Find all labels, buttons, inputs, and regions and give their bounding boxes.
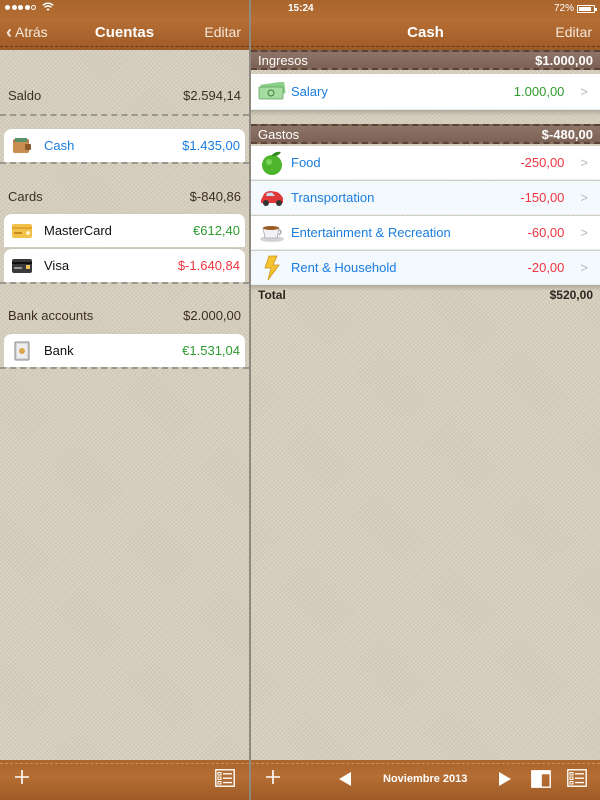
triangle-left-icon [339,772,351,786]
detail-title: Cash [407,24,444,41]
group-divider [0,367,249,369]
category-row-salary[interactable]: Salary 1.000,00 > [251,74,600,110]
signal-strength-icon [5,5,36,10]
category-amount: -150,00 [520,190,565,205]
account-amount: $-1.640,84 [177,258,240,273]
section-total: $-480,00 [541,126,593,142]
lightning-icon [257,255,287,281]
group-label: Bank accounts [8,307,94,323]
edit-button[interactable]: Editar [555,24,592,40]
list-view-button[interactable] [567,769,587,792]
group-total: $2.000,00 [183,307,241,323]
panel-layout-icon [531,770,551,788]
account-name: Bank [44,343,74,358]
group-divider [0,114,249,116]
group-header-cards: Cards $-840,86 [0,183,249,209]
coffee-cup-icon [257,220,287,246]
section-header-income: Ingresos $1.000,00 [251,50,600,70]
category-amount: 1.000,00 [513,84,565,99]
category-name: Food [291,155,321,170]
accounts-toolbar [0,760,249,800]
category-row-rent[interactable]: Rent & Household -20,00 > [251,251,600,285]
account-detail-panel: Cash Editar Ingresos $1.000,00 Salary 1.… [251,0,600,800]
group-divider [0,162,249,164]
list-icon [215,769,235,787]
toggle-layout-button[interactable] [531,770,551,793]
balance-header: Saldo $2.594,14 [0,82,249,108]
category-name: Rent & Household [291,260,397,275]
triangle-right-icon [499,772,511,786]
wallet-icon [11,137,33,155]
edit-button[interactable]: Editar [204,24,241,40]
add-account-button[interactable] [14,769,30,790]
section-header-expenses: Gastos $-480,00 [251,124,600,144]
chevron-right-icon: > [580,84,588,99]
accounts-panel: ‹ Atrás Cuentas Editar Saldo $2.594,14 C… [0,0,249,800]
apple-icon [257,150,287,176]
section-label: Gastos [258,126,300,142]
account-row-mastercard[interactable]: MasterCard €612,40 [4,213,245,247]
total-amount: $520,00 [549,288,593,302]
account-row-bank[interactable]: Bank €1.531,04 [4,333,245,367]
category-row-food[interactable]: Food -250,00 > [251,146,600,180]
chevron-right-icon: > [580,225,588,240]
account-row-cash[interactable]: Cash $1.435,00 [4,128,245,162]
dark-card-icon [11,257,33,275]
period-label: Noviembre 2013 [383,773,468,785]
category-amount: -250,00 [520,155,565,170]
total-label: Total [258,288,286,302]
category-name: Salary [291,84,328,99]
chevron-right-icon: > [580,260,588,275]
next-month-button[interactable] [499,772,511,791]
transactions-list: Ingresos $1.000,00 Salary 1.000,00 > Gas… [251,50,600,760]
balance-label: Saldo [8,87,42,103]
money-icon [257,79,287,105]
section-label: Ingresos [258,52,308,68]
group-divider [0,282,249,284]
plus-icon [266,770,280,784]
gold-card-icon [11,222,33,240]
wifi-icon [42,2,54,15]
category-name: Entertainment & Recreation [291,225,451,240]
battery-icon [577,5,597,13]
category-row-entertainment[interactable]: Entertainment & Recreation -60,00 > [251,216,600,250]
total-row: Total $520,00 [251,285,600,305]
section-total: $1.000,00 [535,52,593,68]
account-name: Visa [44,258,70,273]
safe-icon [11,341,33,360]
category-amount: -20,00 [527,260,565,275]
category-name: Transportation [291,190,375,205]
account-amount: €1.531,04 [182,343,240,358]
account-name: Cash [44,138,75,153]
chevron-right-icon: > [580,190,588,205]
previous-month-button[interactable] [339,772,351,791]
group-total: $-840,86 [189,188,241,204]
group-label: Cards [8,188,43,204]
detail-toolbar: Noviembre 2013 [251,760,600,800]
account-amount: $1.435,00 [182,138,240,153]
row-shadow [251,110,600,116]
list-icon [567,769,587,787]
car-icon [257,185,287,211]
balance-amount: $2.594,14 [183,87,241,103]
list-view-button[interactable] [215,769,235,792]
category-amount: -60,00 [527,225,565,240]
account-amount: €612,40 [193,223,240,238]
add-transaction-button[interactable] [265,769,281,790]
category-row-transportation[interactable]: Transportation -150,00 > [251,181,600,215]
clock: 15:24 [288,3,314,14]
account-row-visa[interactable]: Visa $-1.640,84 [4,248,245,282]
plus-icon [15,770,29,784]
accounts-list: Saldo $2.594,14 Cash $1.435,00 Cards $-8… [0,50,249,760]
battery-percent: 72% [553,3,574,14]
status-bar: 15:24 72% [0,0,600,18]
group-header-bank-accounts: Bank accounts $2.000,00 [0,302,249,328]
account-name: MasterCard [44,223,112,238]
chevron-right-icon: > [580,155,588,170]
